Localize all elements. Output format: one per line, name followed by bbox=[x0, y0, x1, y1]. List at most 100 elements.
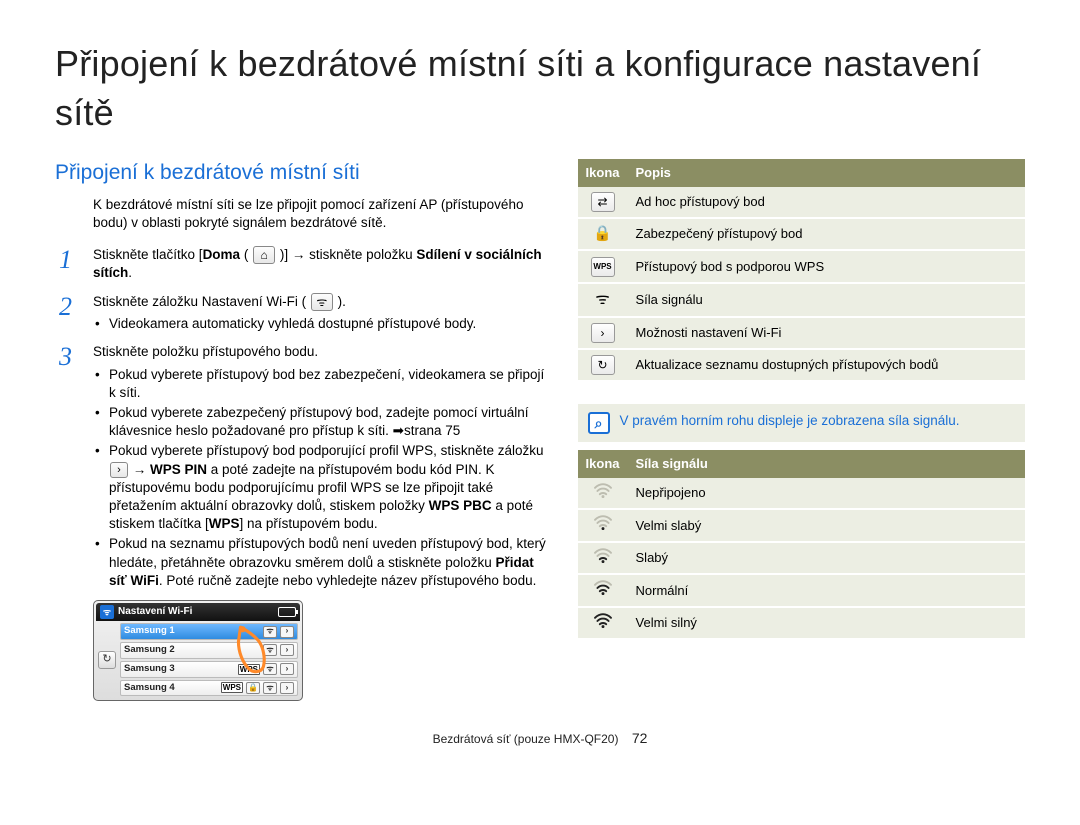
table-row: 🔒 Zabezpečený přístupový bod bbox=[578, 218, 1025, 250]
signal-label: Slabý bbox=[628, 542, 1025, 575]
intro-paragraph: K bezdrátové místní síti se lze připojit… bbox=[93, 196, 550, 232]
ap-row-2[interactable]: Samsung 2 ᯤ › bbox=[120, 642, 298, 659]
step3-text-a: Stiskněte položku přístupového bodu. bbox=[93, 344, 318, 359]
chevron-right-icon[interactable]: › bbox=[280, 663, 294, 675]
home-icon: ⌂ bbox=[253, 246, 275, 264]
signal-icon bbox=[578, 509, 628, 542]
device-title: Nastavení Wi-Fi bbox=[118, 605, 192, 619]
signal-icon: ᯤ bbox=[263, 644, 277, 656]
table-row: WPS Přístupový bod s podporou WPS bbox=[578, 250, 1025, 283]
table-row: Nepřipojeno bbox=[578, 478, 1025, 510]
signal-icon: ᯤ bbox=[595, 291, 610, 308]
step1-home-label: Doma bbox=[203, 247, 241, 262]
s3b3-h: ] na přístupovém bodu. bbox=[240, 516, 378, 531]
desc-cell: Aktualizace seznamu dostupných přístupov… bbox=[628, 349, 1025, 381]
step1-text-c: ( bbox=[240, 247, 252, 262]
chevron-right-icon[interactable]: › bbox=[280, 644, 294, 656]
signal-strength-table: Ikona Síla signálu Nepřipojeno Velmi sla… bbox=[578, 450, 1025, 640]
ap-row-3[interactable]: Samsung 3 WPS ᯤ › bbox=[120, 661, 298, 678]
wps-icon: WPS bbox=[591, 257, 615, 277]
lock-icon: 🔒 bbox=[593, 225, 612, 242]
signal-label: Normální bbox=[628, 574, 1025, 607]
chevron-right-icon[interactable]: › bbox=[280, 682, 294, 694]
th-icon: Ikona bbox=[578, 450, 628, 478]
step-3: Stiskněte položku přístupového bodu. Pok… bbox=[55, 343, 550, 590]
step3-bullet-1: Pokud vyberete přístupový bod bez zabezp… bbox=[93, 366, 550, 402]
table-row: › Možnosti nastavení Wi-Fi bbox=[578, 317, 1025, 349]
s3b3-a: Pokud vyberete přístupový bod podporujíc… bbox=[109, 443, 543, 458]
signal-icon: ᯤ bbox=[263, 682, 277, 694]
desc-cell: Zabezpečený přístupový bod bbox=[628, 218, 1025, 250]
step3-bullet-3: Pokud vyberete přístupový bod podporujíc… bbox=[93, 442, 550, 533]
magnifier-icon: ⌕ bbox=[588, 412, 610, 434]
table-row: Normální bbox=[578, 574, 1025, 607]
table-row: Velmi slabý bbox=[578, 509, 1025, 542]
page-number: 72 bbox=[632, 730, 648, 746]
left-column: Připojení k bezdrátové místní síti K bez… bbox=[55, 159, 550, 701]
s3b3-wpspbc: WPS PBC bbox=[429, 498, 492, 513]
table-row: Velmi silný bbox=[578, 607, 1025, 640]
page-title: Připojení k bezdrátové místní síti a kon… bbox=[55, 40, 1025, 137]
step2-text-a: Stiskněte záložku Nastavení Wi-Fi ( bbox=[93, 294, 310, 309]
chevron-right-icon[interactable]: › bbox=[280, 626, 294, 638]
lock-icon: 🔒 bbox=[246, 682, 260, 694]
step1-text-a: Stiskněte tlačítko [ bbox=[93, 247, 203, 262]
step2-text-b: ). bbox=[334, 294, 346, 309]
ap-name-4: Samsung 4 bbox=[124, 682, 175, 695]
s3b4-a: Pokud na seznamu přístupových bodů není … bbox=[109, 536, 546, 569]
s3b3-wpspin: WPS PIN bbox=[150, 462, 207, 477]
right-column: Ikona Popis ⇄ Ad hoc přístupový bod 🔒 Zabe… bbox=[578, 159, 1025, 701]
section-title: Připojení k bezdrátové místní síti bbox=[55, 159, 550, 187]
step-1: Stiskněte tlačítko [Doma ( ⌂ )] → stiskn… bbox=[55, 246, 550, 283]
ap-name-1: Samsung 1 bbox=[124, 625, 175, 638]
note-box: ⌕ V pravém horním rohu displeje je zobra… bbox=[578, 404, 1025, 442]
s3b3-wps: WPS bbox=[209, 516, 240, 531]
wps-badge: WPS bbox=[238, 664, 260, 675]
icon-description-table: Ikona Popis ⇄ Ad hoc přístupový bod 🔒 Zabe… bbox=[578, 159, 1025, 382]
table-row: ⇄ Ad hoc přístupový bod bbox=[578, 187, 1025, 218]
desc-cell: Síla signálu bbox=[628, 283, 1025, 317]
desc-cell: Přístupový bod s podporou WPS bbox=[628, 250, 1025, 283]
s3b3-b: → bbox=[129, 462, 150, 477]
device-screenshot: ᯤ Nastavení Wi-Fi ↻ Samsung 1 ᯤ › Samsun… bbox=[93, 600, 303, 701]
th-signal: Síla signálu bbox=[628, 450, 1025, 478]
step3-bullet-2: Pokud vyberete zabezpečený přístupový bo… bbox=[93, 404, 550, 440]
table-row: ↻ Aktualizace seznamu dostupných přístupo… bbox=[578, 349, 1025, 381]
ap-row-4[interactable]: Samsung 4 WPS 🔒 ᯤ › bbox=[120, 680, 298, 697]
signal-icon: ᯤ bbox=[263, 626, 277, 638]
footer-text: Bezdrátová síť (pouze HMX-QF20) bbox=[433, 732, 619, 746]
signal-label: Velmi silný bbox=[628, 607, 1025, 640]
ap-row-1[interactable]: Samsung 1 ᯤ › bbox=[120, 623, 298, 640]
step3-bullet-4: Pokud na seznamu přístupových bodů není … bbox=[93, 535, 550, 590]
th-desc: Popis bbox=[628, 159, 1025, 187]
ap-name-2: Samsung 2 bbox=[124, 644, 175, 657]
signal-icon: ᯤ bbox=[263, 663, 277, 675]
chevron-right-icon: › bbox=[110, 462, 128, 478]
signal-icon bbox=[578, 607, 628, 640]
refresh-icon: ↻ bbox=[591, 355, 615, 375]
wifi-settings-icon: ᯤ bbox=[311, 293, 333, 311]
chevron-right-icon: › bbox=[591, 323, 615, 343]
desc-cell: Ad hoc přístupový bod bbox=[628, 187, 1025, 218]
table-row: ᯤ Síla signálu bbox=[578, 283, 1025, 317]
device-header: ᯤ Nastavení Wi-Fi bbox=[96, 603, 300, 621]
ap-name-3: Samsung 3 bbox=[124, 663, 175, 676]
note-text: V pravém horním rohu displeje je zobraze… bbox=[620, 412, 960, 434]
signal-icon bbox=[578, 478, 628, 510]
desc-cell: Možnosti nastavení Wi-Fi bbox=[628, 317, 1025, 349]
step1-text-d: )] → stiskněte položku bbox=[276, 247, 416, 262]
signal-icon bbox=[578, 574, 628, 607]
s3b4-c: . Poté ručně zadejte nebo vyhledejte náz… bbox=[159, 573, 537, 588]
signal-label: Nepřipojeno bbox=[628, 478, 1025, 510]
wifi-icon: ᯤ bbox=[100, 605, 114, 619]
adhoc-icon: ⇄ bbox=[591, 192, 615, 212]
step2-sub: Videokamera automaticky vyhledá dostupné… bbox=[93, 315, 550, 333]
step1-text-f: . bbox=[128, 265, 132, 280]
refresh-button[interactable]: ↻ bbox=[98, 651, 116, 669]
page-footer: Bezdrátová síť (pouze HMX-QF20) 72 bbox=[55, 729, 1025, 748]
wps-badge: WPS bbox=[221, 682, 243, 693]
signal-label: Velmi slabý bbox=[628, 509, 1025, 542]
th-icon: Ikona bbox=[578, 159, 628, 187]
battery-icon bbox=[278, 607, 296, 617]
step-2: Stiskněte záložku Nastavení Wi-Fi ( ᯤ ).… bbox=[55, 293, 550, 334]
